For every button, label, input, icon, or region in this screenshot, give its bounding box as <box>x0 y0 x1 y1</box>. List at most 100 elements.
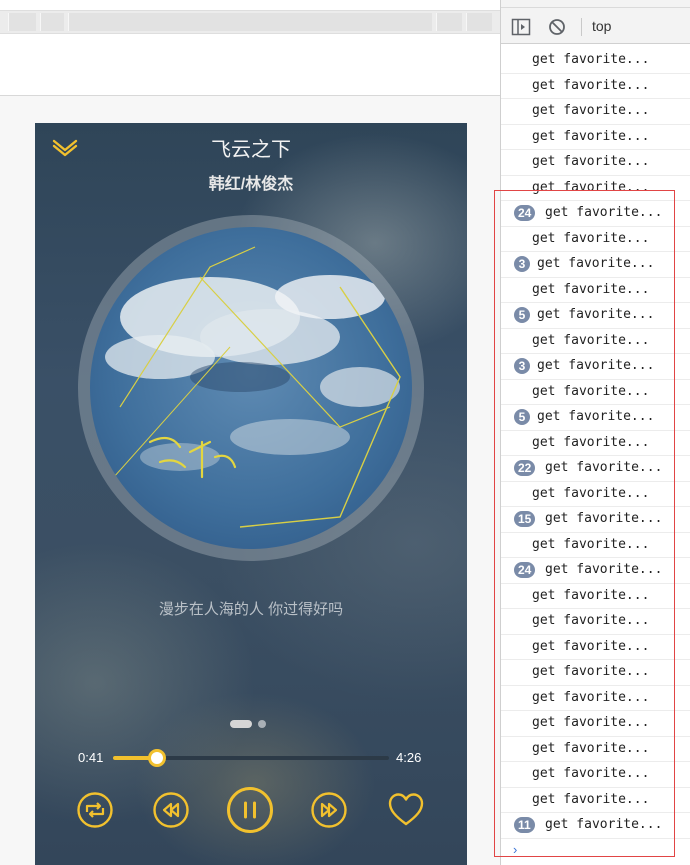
console-message[interactable]: 5 get favorite... <box>501 303 690 329</box>
console-message-text: get favorite... <box>532 230 650 246</box>
console-message[interactable]: 5 get favorite... <box>501 405 690 431</box>
console-prompt[interactable]: › <box>513 842 517 857</box>
song-title: 飞云之下 <box>211 139 291 161</box>
console-message[interactable]: get favorite... <box>501 48 690 74</box>
sidebar-toggle-icon[interactable] <box>511 18 531 41</box>
next-button[interactable] <box>310 791 348 829</box>
console-message[interactable]: 11 get favorite... <box>501 813 690 839</box>
console-message-text: get favorite... <box>532 791 650 807</box>
page-dot[interactable] <box>258 720 266 728</box>
console-message[interactable]: 22 get favorite... <box>501 456 690 482</box>
current-time: 0:41 <box>78 750 104 765</box>
repeat-count-badge: 5 <box>514 409 530 425</box>
previous-button[interactable] <box>152 791 190 829</box>
strip-segment <box>466 13 492 31</box>
context-selector[interactable]: top <box>592 18 611 34</box>
repeat-count-badge: 15 <box>514 511 536 527</box>
pause-icon <box>227 787 273 833</box>
page-dot-active[interactable] <box>230 720 252 728</box>
play-pause-button[interactable] <box>226 786 274 834</box>
loop-mode-button[interactable] <box>76 791 114 829</box>
console-log: get favorite... get favorite... get favori… <box>501 48 690 839</box>
console-message-text: get favorite... <box>545 511 663 526</box>
console-message[interactable]: get favorite... <box>501 584 690 609</box>
header-strip <box>0 10 500 34</box>
console-message[interactable]: get favorite... <box>501 227 690 252</box>
console-message-text: get favorite... <box>532 128 650 144</box>
console-message-text: get favorite... <box>532 52 650 67</box>
console-message[interactable]: get favorite... <box>501 176 690 201</box>
console-message[interactable]: get favorite... <box>501 686 690 711</box>
console-message[interactable]: get favorite... <box>501 431 690 456</box>
console-message[interactable]: 3 get favorite... <box>501 354 690 380</box>
console-message-text: get favorite... <box>545 205 663 220</box>
repeat-count-badge: 3 <box>514 256 530 272</box>
console-message-text: get favorite... <box>532 434 650 450</box>
progress-handle[interactable] <box>148 749 167 767</box>
console-message[interactable]: get favorite... <box>501 788 690 813</box>
repeat-count-badge: 24 <box>514 562 536 578</box>
current-lyric: 漫步在人海的人 你过得好吗 <box>158 601 344 618</box>
console-message-text: get favorite... <box>537 307 655 322</box>
repeat-count-badge: 11 <box>514 817 535 833</box>
loop-mode-icon <box>77 792 113 828</box>
console-message-text: get favorite... <box>532 179 650 195</box>
console-message-text: get favorite... <box>537 256 655 271</box>
screen: 飞云之下 韩红/林俊杰 漫步在人海的人 你过得好吗 0:41 4:26 top … <box>0 0 690 865</box>
console-message[interactable]: get favorite... <box>501 74 690 99</box>
clear-console-icon[interactable] <box>548 18 566 41</box>
repeat-count-badge: 3 <box>514 358 530 374</box>
console-message[interactable]: get favorite... <box>501 482 690 507</box>
console-message[interactable]: get favorite... <box>501 660 690 686</box>
console-message[interactable]: 3 get favorite... <box>501 252 690 278</box>
console-message-text: get favorite... <box>532 664 650 679</box>
repeat-count-badge: 5 <box>514 307 530 323</box>
console-message[interactable]: get favorite... <box>501 609 690 635</box>
page-header <box>0 0 500 96</box>
page-viewport: 飞云之下 韩红/林俊杰 漫步在人海的人 你过得好吗 0:41 4:26 <box>0 0 500 865</box>
console-message[interactable]: get favorite... <box>501 150 690 176</box>
console-message-text: get favorite... <box>537 409 655 424</box>
console-message[interactable]: get favorite... <box>501 329 690 354</box>
strip-segment <box>436 13 462 31</box>
console-message-text: get favorite... <box>532 587 650 603</box>
console-message-text: get favorite... <box>545 460 663 475</box>
console-message-text: get favorite... <box>537 358 655 373</box>
console-message-text: get favorite... <box>545 562 663 577</box>
console-message[interactable]: get favorite... <box>501 711 690 737</box>
next-track-icon <box>311 792 347 828</box>
console-message[interactable]: get favorite... <box>501 533 690 558</box>
console-message[interactable]: get favorite... <box>501 99 690 125</box>
console-message-text: get favorite... <box>532 740 650 756</box>
devtools-panel: top get favorite... get favorite... get fa… <box>500 0 690 865</box>
console-message[interactable]: get favorite... <box>501 125 690 150</box>
console-message[interactable]: get favorite... <box>501 380 690 405</box>
strip-segment <box>8 13 36 31</box>
console-message-text: get favorite... <box>532 638 650 654</box>
console-message-text: get favorite... <box>532 689 650 705</box>
console-message-text: get favorite... <box>532 332 650 348</box>
console-message[interactable]: get favorite... <box>501 762 690 788</box>
console-message-text: get favorite... <box>532 154 650 169</box>
toolbar-separator <box>581 18 582 36</box>
console-message-text: get favorite... <box>532 536 650 552</box>
song-artist: 韩红/林俊杰 <box>208 176 294 193</box>
console-message-text: get favorite... <box>532 613 650 628</box>
console-message[interactable]: 15 get favorite... <box>501 507 690 533</box>
console-message[interactable]: 24 get favorite... <box>501 201 690 227</box>
console-message-text: get favorite... <box>532 766 650 781</box>
console-message-text: get favorite... <box>532 103 650 118</box>
console-message[interactable]: get favorite... <box>501 737 690 762</box>
strip-segment <box>68 13 432 31</box>
strip-segment <box>40 13 64 31</box>
console-message-text: get favorite... <box>532 485 650 501</box>
console-toolbar: top <box>501 8 690 44</box>
console-message-text: get favorite... <box>532 715 650 730</box>
favorite-button[interactable] <box>387 791 425 829</box>
console-message[interactable]: 24 get favorite... <box>501 558 690 584</box>
console-message-text: get favorite... <box>545 817 663 832</box>
console-message[interactable]: get favorite... <box>501 635 690 660</box>
repeat-count-badge: 24 <box>514 205 536 221</box>
console-message[interactable]: get favorite... <box>501 278 690 303</box>
progress-bar[interactable] <box>113 749 389 767</box>
